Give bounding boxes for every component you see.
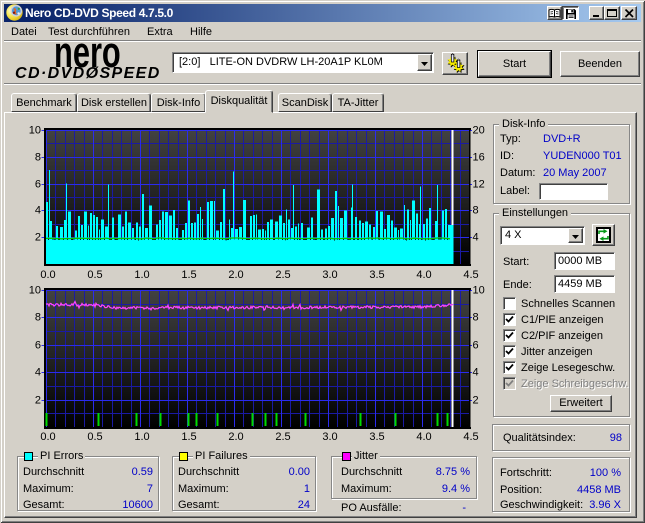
svg-text:10: 10 <box>473 285 485 297</box>
svg-text:2: 2 <box>35 395 41 407</box>
svg-text:6: 6 <box>35 179 41 191</box>
svg-text:3.5: 3.5 <box>369 431 384 443</box>
svg-text:0.0: 0.0 <box>40 269 55 281</box>
svg-text:2.0: 2.0 <box>228 269 243 281</box>
svg-text:1.5: 1.5 <box>181 269 196 281</box>
svg-text:0.5: 0.5 <box>87 431 102 443</box>
svg-text:2: 2 <box>35 232 41 244</box>
svg-text:20: 20 <box>473 125 485 137</box>
svg-text:1.0: 1.0 <box>134 431 149 443</box>
svg-text:3.0: 3.0 <box>322 269 337 281</box>
svg-text:4: 4 <box>35 205 41 217</box>
svg-text:3.5: 3.5 <box>369 269 384 281</box>
svg-text:3.0: 3.0 <box>322 431 337 443</box>
svg-text:2.5: 2.5 <box>275 431 290 443</box>
svg-text:4.0: 4.0 <box>416 431 431 443</box>
svg-text:8: 8 <box>473 312 479 324</box>
svg-text:4.0: 4.0 <box>416 269 431 281</box>
svg-text:8: 8 <box>35 312 41 324</box>
svg-text:4: 4 <box>473 232 479 244</box>
svg-text:10: 10 <box>29 285 41 297</box>
svg-text:8: 8 <box>473 205 479 217</box>
svg-text:4: 4 <box>35 367 41 379</box>
svg-text:4.5: 4.5 <box>463 431 478 443</box>
svg-text:2.0: 2.0 <box>228 431 243 443</box>
svg-text:4.5: 4.5 <box>463 269 478 281</box>
svg-text:10: 10 <box>29 125 41 137</box>
svg-text:0.5: 0.5 <box>87 269 102 281</box>
svg-text:12: 12 <box>473 179 485 191</box>
svg-text:2.5: 2.5 <box>275 269 290 281</box>
svg-text:0.0: 0.0 <box>40 431 55 443</box>
svg-text:8: 8 <box>35 152 41 164</box>
svg-text:1.0: 1.0 <box>134 269 149 281</box>
svg-text:2: 2 <box>473 395 479 407</box>
svg-text:6: 6 <box>473 340 479 352</box>
svg-text:6: 6 <box>35 340 41 352</box>
svg-text:4: 4 <box>473 367 479 379</box>
svg-text:16: 16 <box>473 152 485 164</box>
svg-text:1.5: 1.5 <box>181 431 196 443</box>
